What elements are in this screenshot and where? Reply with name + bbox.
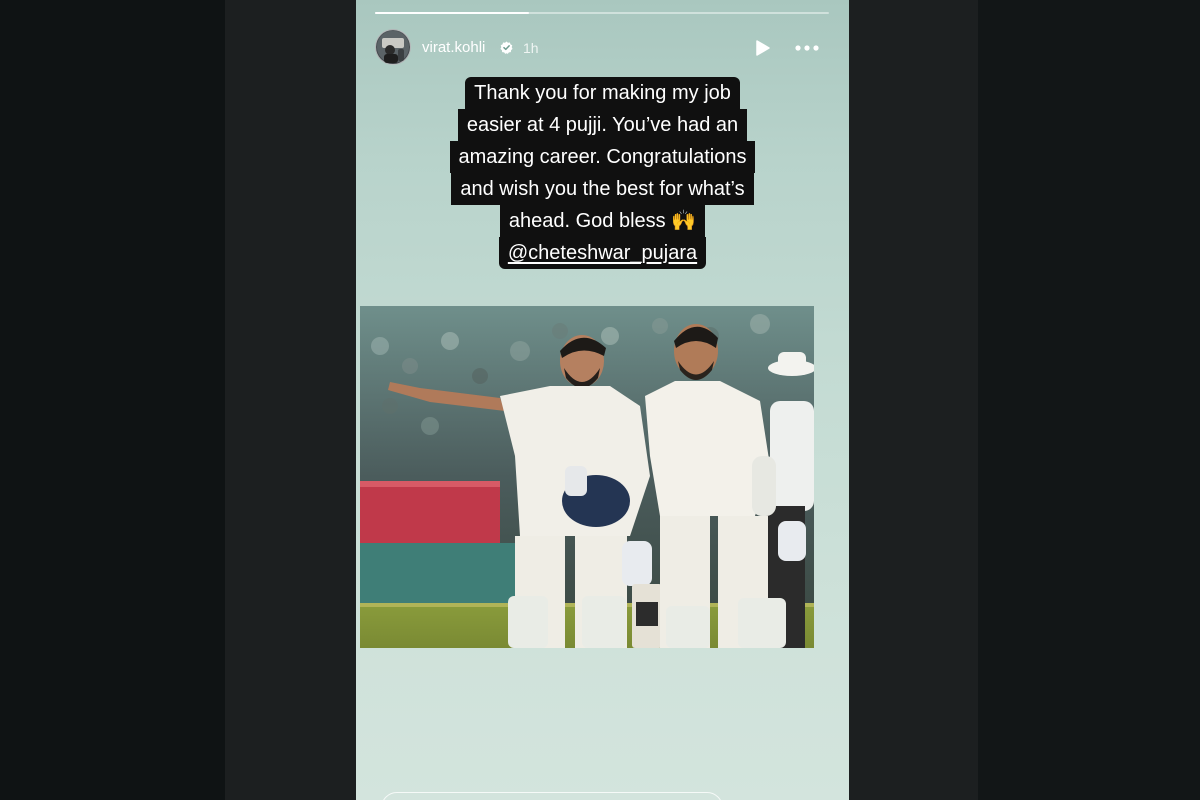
left-previous-story-area[interactable] <box>225 0 356 800</box>
story-viewer-page: virat.kohli 1h Thank you for making my j… <box>0 0 1200 800</box>
story-header: virat.kohli 1h <box>375 29 829 67</box>
caption-line: Thank you for making my job <box>465 77 740 109</box>
story-photo <box>360 306 814 648</box>
mention-link[interactable]: @cheteshwar_pujara <box>498 237 707 269</box>
caption-line: and wish you the best for what’s <box>451 173 754 205</box>
left-backdrop <box>0 0 225 800</box>
avatar[interactable] <box>375 29 411 65</box>
more-options-icon[interactable] <box>793 38 821 58</box>
avatar-image <box>377 31 409 63</box>
story-caption: Thank you for making my job easier at 4 … <box>356 77 849 269</box>
story-progress-fill <box>375 12 530 14</box>
caption-line: amazing career. Congratulations <box>449 141 756 173</box>
story-progress-bar <box>375 12 829 14</box>
play-icon[interactable] <box>752 38 772 58</box>
verified-badge-icon <box>500 41 513 54</box>
post-time: 1h <box>523 40 539 56</box>
story-frame: virat.kohli 1h Thank you for making my j… <box>356 0 849 800</box>
username[interactable]: virat.kohli <box>422 39 485 56</box>
right-backdrop <box>978 0 1200 800</box>
right-next-story-area[interactable] <box>849 0 978 800</box>
caption-line: easier at 4 pujji. You’ve had an <box>457 109 748 141</box>
cricketers-photo <box>360 306 814 648</box>
caption-line: ahead. God bless 🙌 <box>499 205 706 237</box>
reply-input[interactable] <box>381 792 723 800</box>
